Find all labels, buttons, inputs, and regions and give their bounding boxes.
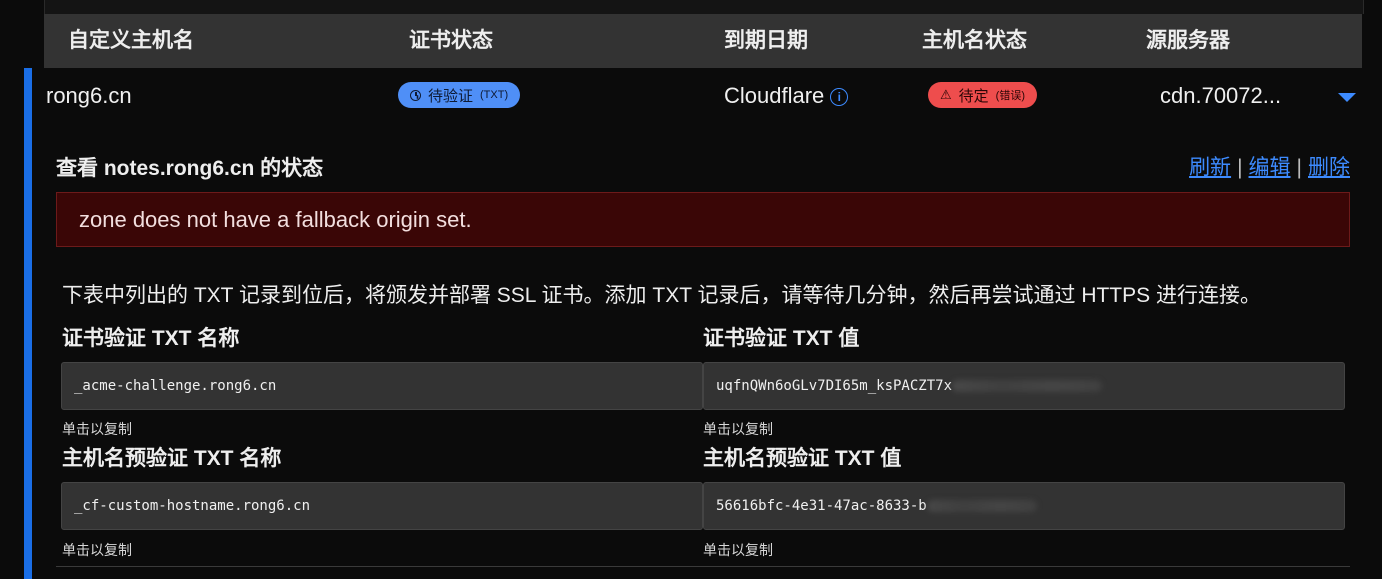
copy-hint[interactable]: 单击以复制: [62, 419, 132, 439]
hostname-status-badge: ⚠ 待定 (错误): [928, 82, 1037, 108]
cert-txt-name-label: 证书验证 TXT 名称: [62, 327, 240, 350]
cert-txt-value-field[interactable]: uqfnQWn6oGLv7DI65m_ksPACZT7x: [703, 362, 1345, 410]
action-separator: |: [1237, 156, 1243, 179]
redacted-blur: [926, 500, 1037, 512]
redacted-blur: [952, 380, 1103, 392]
header-hostname-status[interactable]: 主机名状态: [922, 14, 1027, 68]
copy-hint[interactable]: 单击以复制: [703, 540, 773, 560]
row-hostname: rong6.cn: [46, 83, 132, 108]
cert-txt-name-value: _acme-challenge.rong6.cn: [74, 378, 277, 394]
divider: [56, 566, 1350, 567]
copy-hint[interactable]: 单击以复制: [703, 419, 773, 439]
details-title: 查看 notes.rong6.cn 的状态: [56, 157, 324, 180]
header-expiry-date[interactable]: 到期日期: [724, 14, 808, 68]
pre-txt-value-label: 主机名预验证 TXT 值: [703, 447, 902, 470]
info-icon[interactable]: i: [830, 88, 849, 106]
hostname-status-sub: (错误): [995, 90, 1025, 102]
origin-server: cdn.70072...: [1160, 83, 1282, 108]
clock-icon: [410, 89, 421, 101]
cert-status-sub: (TXT): [480, 89, 509, 101]
header-origin-server[interactable]: 源服务器: [1146, 14, 1230, 68]
pre-txt-name-field[interactable]: _cf-custom-hostname.rong6.cn: [61, 482, 703, 530]
table-row[interactable]: rong6.cn 待验证 (TXT) Cloudflare i ⚠ 待定 (错误)…: [32, 68, 1362, 126]
copy-hint[interactable]: 单击以复制: [62, 540, 132, 560]
error-message: zone does not have a fallback origin set…: [56, 192, 1350, 247]
txt-instructions: 下表中列出的 TXT 记录到位后，将颁发并部署 SSL 证书。添加 TXT 记录…: [62, 284, 1261, 307]
cert-status-label: 待验证: [428, 87, 474, 105]
selected-row-indicator: [24, 68, 32, 579]
pre-txt-value-field[interactable]: 56616bfc-4e31-47ac-8633-b: [703, 482, 1345, 530]
action-separator: |: [1296, 156, 1302, 179]
pre-txt-value-value: 56616bfc-4e31-47ac-8633-b: [716, 498, 927, 514]
cert-txt-name-field[interactable]: _acme-challenge.rong6.cn: [61, 362, 703, 410]
cert-status-badge: 待验证 (TXT): [398, 82, 521, 108]
delete-link[interactable]: 删除: [1308, 156, 1350, 179]
warning-icon: ⚠: [940, 87, 952, 102]
hostname-status-label: 待定: [958, 87, 989, 105]
table-top-strip: [44, 0, 1364, 14]
header-custom-hostname[interactable]: 自定义主机名: [68, 14, 194, 68]
cert-txt-value-value: uqfnQWn6oGLv7DI65m_ksPACZT7x: [716, 378, 953, 394]
details-actions: 刷新 | 编辑 | 删除: [1189, 151, 1350, 181]
table-header: 自定义主机名 证书状态 到期日期 主机名状态 源服务器: [44, 14, 1362, 68]
expiry-provider: Cloudflare: [724, 83, 825, 108]
expiry-date: Cloudflare i: [724, 68, 849, 124]
cert-txt-value-label: 证书验证 TXT 值: [703, 327, 860, 350]
edit-link[interactable]: 编辑: [1249, 156, 1291, 179]
chevron-down-icon[interactable]: [1338, 93, 1356, 102]
header-cert-status[interactable]: 证书状态: [409, 14, 493, 68]
refresh-link[interactable]: 刷新: [1189, 156, 1231, 179]
pre-txt-name-label: 主机名预验证 TXT 名称: [62, 447, 282, 470]
pre-txt-name-value: _cf-custom-hostname.rong6.cn: [74, 498, 311, 514]
